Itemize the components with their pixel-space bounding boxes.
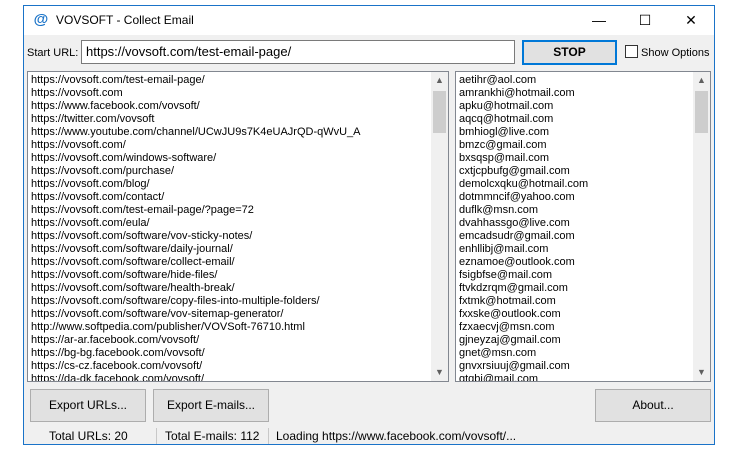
scroll-thumb[interactable] — [433, 91, 446, 133]
email-list-item[interactable]: enhllibj@mail.com — [459, 243, 692, 256]
url-list-item[interactable]: https://twitter.com/vovsoft — [31, 113, 430, 126]
url-list-item[interactable]: http://www.softpedia.com/publisher/VOVSo… — [31, 321, 430, 334]
url-list-item[interactable]: https://da-dk.facebook.com/vovsoft/ — [31, 373, 430, 381]
email-list-item[interactable]: eznamoe@outlook.com — [459, 256, 692, 269]
url-list-item[interactable]: https://www.facebook.com/vovsoft/ — [31, 100, 430, 113]
status-divider — [156, 428, 157, 444]
start-url-label: Start URL: — [27, 47, 79, 59]
url-list-item[interactable]: https://vovsoft.com/ — [31, 139, 430, 152]
email-list-item[interactable]: fxtmk@hotmail.com — [459, 295, 692, 308]
scroll-thumb[interactable] — [695, 91, 708, 133]
url-list-item[interactable]: https://vovsoft.com/software/collect-ema… — [31, 256, 430, 269]
url-list-item[interactable]: https://vovsoft.com/contact/ — [31, 191, 430, 204]
checkbox-box[interactable] — [625, 45, 638, 58]
url-list-item[interactable]: https://vovsoft.com/software/health-brea… — [31, 282, 430, 295]
url-list-item[interactable]: https://vovsoft.com/test-email-page/ — [31, 74, 430, 87]
email-list-item[interactable]: gnvxrsiuuj@gmail.com — [459, 360, 692, 373]
url-list-item[interactable]: https://vovsoft.com/eula/ — [31, 217, 430, 230]
url-list-item[interactable]: https://vovsoft.com/blog/ — [31, 178, 430, 191]
at-icon: @ — [33, 11, 49, 28]
email-list-item[interactable]: bxsqsp@mail.com — [459, 152, 692, 165]
export-emails-button[interactable]: Export E-mails... — [153, 389, 269, 422]
about-button[interactable]: About... — [595, 389, 711, 422]
email-list-item[interactable]: apku@hotmail.com — [459, 100, 692, 113]
url-list-item[interactable]: https://vovsoft.com/software/copy-files-… — [31, 295, 430, 308]
scroll-up-icon[interactable]: ▲ — [693, 72, 710, 89]
email-list-item[interactable]: gjneyzaj@gmail.com — [459, 334, 692, 347]
email-list-item[interactable]: duflk@msn.com — [459, 204, 692, 217]
stop-button[interactable]: STOP — [522, 40, 617, 65]
email-list-item[interactable]: fxxske@outlook.com — [459, 308, 692, 321]
url-list-item[interactable]: https://www.youtube.com/channel/UCwJU9s7… — [31, 126, 430, 139]
url-list-item[interactable]: https://vovsoft.com/software/vov-sticky-… — [31, 230, 430, 243]
show-options-checkbox[interactable]: Show Options — [625, 45, 709, 59]
close-button[interactable]: ✕ — [668, 6, 714, 35]
email-list-item[interactable]: gtqbi@mail.com — [459, 373, 692, 381]
email-list-item[interactable]: cxtjcpbufg@gmail.com — [459, 165, 692, 178]
show-options-label: Show Options — [641, 47, 710, 59]
app-window: @ VOVSOFT - Collect Email — ☐ ✕ Start UR… — [23, 5, 715, 445]
url-list-item[interactable]: https://vovsoft.com/software/vov-sitemap… — [31, 308, 430, 321]
email-list-item[interactable]: aetihr@aol.com — [459, 74, 692, 87]
email-list-item[interactable]: aqcq@hotmail.com — [459, 113, 692, 126]
total-emails-status: Total E-mails: 112 — [165, 429, 260, 443]
total-urls-status: Total URLs: 20 — [49, 429, 128, 443]
url-list-item[interactable]: https://vovsoft.com/software/hide-files/ — [31, 269, 430, 282]
status-divider — [268, 428, 269, 444]
email-list-item[interactable]: emcadsudr@gmail.com — [459, 230, 692, 243]
email-list[interactable]: aetihr@aol.com amrankhi@hotmail.com apku@h… — [455, 71, 711, 382]
url-list-item[interactable]: https://cs-cz.facebook.com/vovsoft/ — [31, 360, 430, 373]
email-list-item[interactable]: dvahhassgo@live.com — [459, 217, 692, 230]
minimize-button[interactable]: — — [576, 6, 622, 35]
scroll-down-icon[interactable]: ▼ — [431, 364, 448, 381]
email-list-item[interactable]: bmhiogl@live.com — [459, 126, 692, 139]
email-list-item[interactable]: demolcxqku@hotmail.com — [459, 178, 692, 191]
url-list-item[interactable]: https://bg-bg.facebook.com/vovsoft/ — [31, 347, 430, 360]
url-list-item[interactable]: https://vovsoft.com/test-email-page/?pag… — [31, 204, 430, 217]
email-list-item[interactable]: amrankhi@hotmail.com — [459, 87, 692, 100]
url-list-item[interactable]: https://vovsoft.com/purchase/ — [31, 165, 430, 178]
email-list-item[interactable]: bmzc@gmail.com — [459, 139, 692, 152]
email-list-scrollbar[interactable]: ▲ ▼ — [693, 72, 710, 381]
status-bar: Total URLs: 20 Total E-mails: 112 Loadin… — [24, 428, 714, 444]
email-list-item[interactable]: fzxaecvj@msn.com — [459, 321, 692, 334]
url-list-item[interactable]: https://vovsoft.com — [31, 87, 430, 100]
url-list-items: https://vovsoft.com/test-email-page/http… — [31, 74, 430, 381]
url-list-item[interactable]: https://vovsoft.com/software/daily-journ… — [31, 243, 430, 256]
email-list-item[interactable]: gnet@msn.com — [459, 347, 692, 360]
email-list-item[interactable]: fsigbfse@mail.com — [459, 269, 692, 282]
scroll-down-icon[interactable]: ▼ — [693, 364, 710, 381]
window-title: VOVSOFT - Collect Email — [56, 13, 194, 27]
email-list-item[interactable]: ftvkdzrqm@gmail.com — [459, 282, 692, 295]
export-urls-button[interactable]: Export URLs... — [30, 389, 146, 422]
url-list-scrollbar[interactable]: ▲ ▼ — [431, 72, 448, 381]
email-list-item[interactable]: dotmmncif@yahoo.com — [459, 191, 692, 204]
loading-status: Loading https://www.facebook.com/vovsoft… — [276, 429, 517, 443]
scroll-up-icon[interactable]: ▲ — [431, 72, 448, 89]
url-list[interactable]: https://vovsoft.com/test-email-page/http… — [27, 71, 449, 382]
url-list-item[interactable]: https://ar-ar.facebook.com/vovsoft/ — [31, 334, 430, 347]
url-list-item[interactable]: https://vovsoft.com/windows-software/ — [31, 152, 430, 165]
start-url-input[interactable]: https://vovsoft.com/test-email-page/ — [81, 40, 515, 64]
title-bar[interactable]: @ VOVSOFT - Collect Email — ☐ ✕ — [24, 6, 714, 35]
maximize-button[interactable]: ☐ — [622, 6, 668, 35]
email-list-items: aetihr@aol.com amrankhi@hotmail.com apku@h… — [459, 74, 692, 381]
